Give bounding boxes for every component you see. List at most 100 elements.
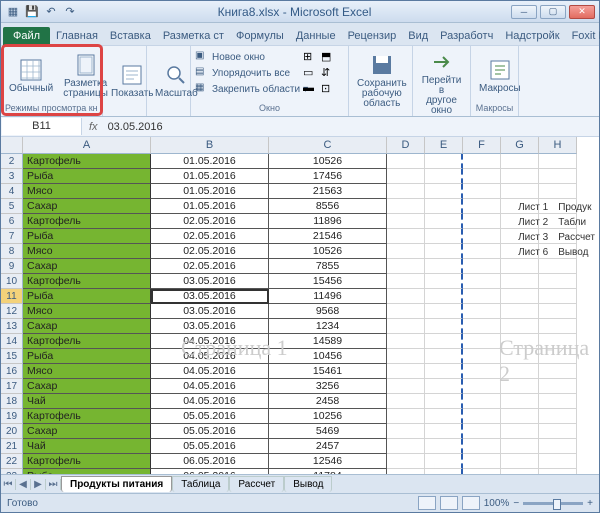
cell-empty[interactable] (387, 244, 425, 259)
zoom-slider[interactable] (523, 502, 583, 505)
cell-b[interactable]: 05.05.2016 (151, 409, 269, 424)
cell-empty[interactable] (463, 469, 501, 474)
cell-empty[interactable] (387, 334, 425, 349)
cell-c[interactable]: 21563 (269, 184, 387, 199)
cell-empty[interactable] (425, 349, 463, 364)
sheet-tab[interactable]: Рассчет (229, 476, 284, 492)
cell-a[interactable]: Сахар (23, 319, 151, 334)
normal-view-icon[interactable] (418, 496, 436, 510)
cell-a[interactable]: Картофель (23, 334, 151, 349)
cell-empty[interactable] (463, 214, 501, 229)
name-box[interactable]: B11 (2, 118, 82, 135)
cell-empty[interactable] (387, 394, 425, 409)
cell-empty[interactable] (539, 409, 577, 424)
cell-a[interactable]: Мясо (23, 364, 151, 379)
cell-empty[interactable] (539, 184, 577, 199)
cell-empty[interactable] (501, 439, 539, 454)
cell-empty[interactable] (425, 169, 463, 184)
cell-empty[interactable] (539, 259, 577, 274)
cell-b[interactable]: 06.05.2016 (151, 469, 269, 474)
column-header-B[interactable]: B (151, 137, 269, 154)
cell-empty[interactable] (539, 454, 577, 469)
cell-empty[interactable] (463, 379, 501, 394)
cell-a[interactable]: Рыба (23, 469, 151, 474)
column-header-H[interactable]: H (539, 137, 577, 154)
cell-empty[interactable] (463, 334, 501, 349)
cell-a[interactable]: Чай (23, 439, 151, 454)
ribbon-tab-0[interactable]: Главная (50, 27, 104, 45)
ribbon-tab-4[interactable]: Данные (290, 27, 342, 45)
cell-empty[interactable] (425, 469, 463, 474)
cell-b[interactable]: 03.05.2016 (151, 304, 269, 319)
row-header[interactable]: 6 (1, 214, 23, 229)
hide-icon[interactable]: ▭ (303, 66, 314, 79)
cell-b[interactable]: 02.05.2016 (151, 229, 269, 244)
cell-empty[interactable] (501, 169, 539, 184)
cell-empty[interactable] (463, 229, 501, 244)
unhide-icon[interactable]: ▬ (303, 82, 314, 94)
page-layout-view-icon[interactable] (440, 496, 458, 510)
cell-c[interactable]: 2457 (269, 439, 387, 454)
cell-c[interactable]: 1234 (269, 319, 387, 334)
cell-empty[interactable] (539, 439, 577, 454)
cell-empty[interactable] (501, 274, 539, 289)
cell-b[interactable]: 03.05.2016 (151, 289, 269, 304)
cell-a[interactable]: Мясо (23, 244, 151, 259)
column-header-A[interactable]: A (23, 137, 151, 154)
cell-empty[interactable] (425, 214, 463, 229)
tab-first[interactable]: ⏮ (1, 479, 16, 490)
cell-c[interactable]: 10256 (269, 409, 387, 424)
cell-empty[interactable] (425, 184, 463, 199)
column-header-F[interactable]: F (463, 137, 501, 154)
undo-icon[interactable]: ↶ (43, 4, 59, 20)
cell-b[interactable]: 01.05.2016 (151, 169, 269, 184)
cell-a[interactable]: Рыба (23, 349, 151, 364)
cell-empty[interactable] (387, 364, 425, 379)
new-window-button[interactable]: ▣Новое окно (195, 50, 265, 64)
row-header[interactable]: 4 (1, 184, 23, 199)
ribbon-tab-8[interactable]: Надстройк (499, 27, 565, 45)
cell-empty[interactable] (425, 259, 463, 274)
minimize-button[interactable]: ─ (511, 5, 537, 19)
tab-last[interactable]: ⏭ (46, 479, 61, 490)
cell-empty[interactable] (463, 154, 501, 169)
cell-empty[interactable] (463, 244, 501, 259)
maximize-button[interactable]: ▢ (540, 5, 566, 19)
file-tab[interactable]: Файл (3, 27, 50, 45)
normal-view-button[interactable]: Обычный (5, 56, 57, 96)
column-header-C[interactable]: C (269, 137, 387, 154)
cell-empty[interactable] (387, 304, 425, 319)
cell-empty[interactable] (501, 349, 539, 364)
cell-empty[interactable] (539, 469, 577, 474)
cell-empty[interactable] (425, 229, 463, 244)
cell-empty[interactable] (463, 169, 501, 184)
freeze-panes-button[interactable]: ▦Закрепить области ▾ (195, 82, 308, 96)
row-header[interactable]: 21 (1, 439, 23, 454)
cell-empty[interactable] (387, 259, 425, 274)
cell-b[interactable]: 03.05.2016 (151, 319, 269, 334)
cell-empty[interactable] (387, 184, 425, 199)
cell-b[interactable]: 02.05.2016 (151, 259, 269, 274)
cell-a[interactable]: Рыба (23, 289, 151, 304)
cell-empty[interactable] (539, 304, 577, 319)
cell-a[interactable]: Сахар (23, 379, 151, 394)
cell-empty[interactable] (463, 439, 501, 454)
cell-empty[interactable] (539, 394, 577, 409)
cell-b[interactable]: 02.05.2016 (151, 214, 269, 229)
cell-empty[interactable] (425, 364, 463, 379)
ribbon-tab-7[interactable]: Разработч (434, 27, 499, 45)
cell-c[interactable]: 11496 (269, 289, 387, 304)
row-header[interactable]: 15 (1, 349, 23, 364)
cell-empty[interactable] (425, 289, 463, 304)
tab-prev[interactable]: ◀ (16, 479, 31, 490)
cell-empty[interactable] (387, 409, 425, 424)
cell-c[interactable]: 12546 (269, 454, 387, 469)
cell-c[interactable]: 14589 (269, 334, 387, 349)
cell-empty[interactable] (463, 274, 501, 289)
cell-empty[interactable] (501, 364, 539, 379)
cell-empty[interactable] (387, 169, 425, 184)
row-header[interactable]: 13 (1, 319, 23, 334)
cell-empty[interactable] (387, 274, 425, 289)
cell-empty[interactable] (501, 379, 539, 394)
cell-empty[interactable] (501, 289, 539, 304)
